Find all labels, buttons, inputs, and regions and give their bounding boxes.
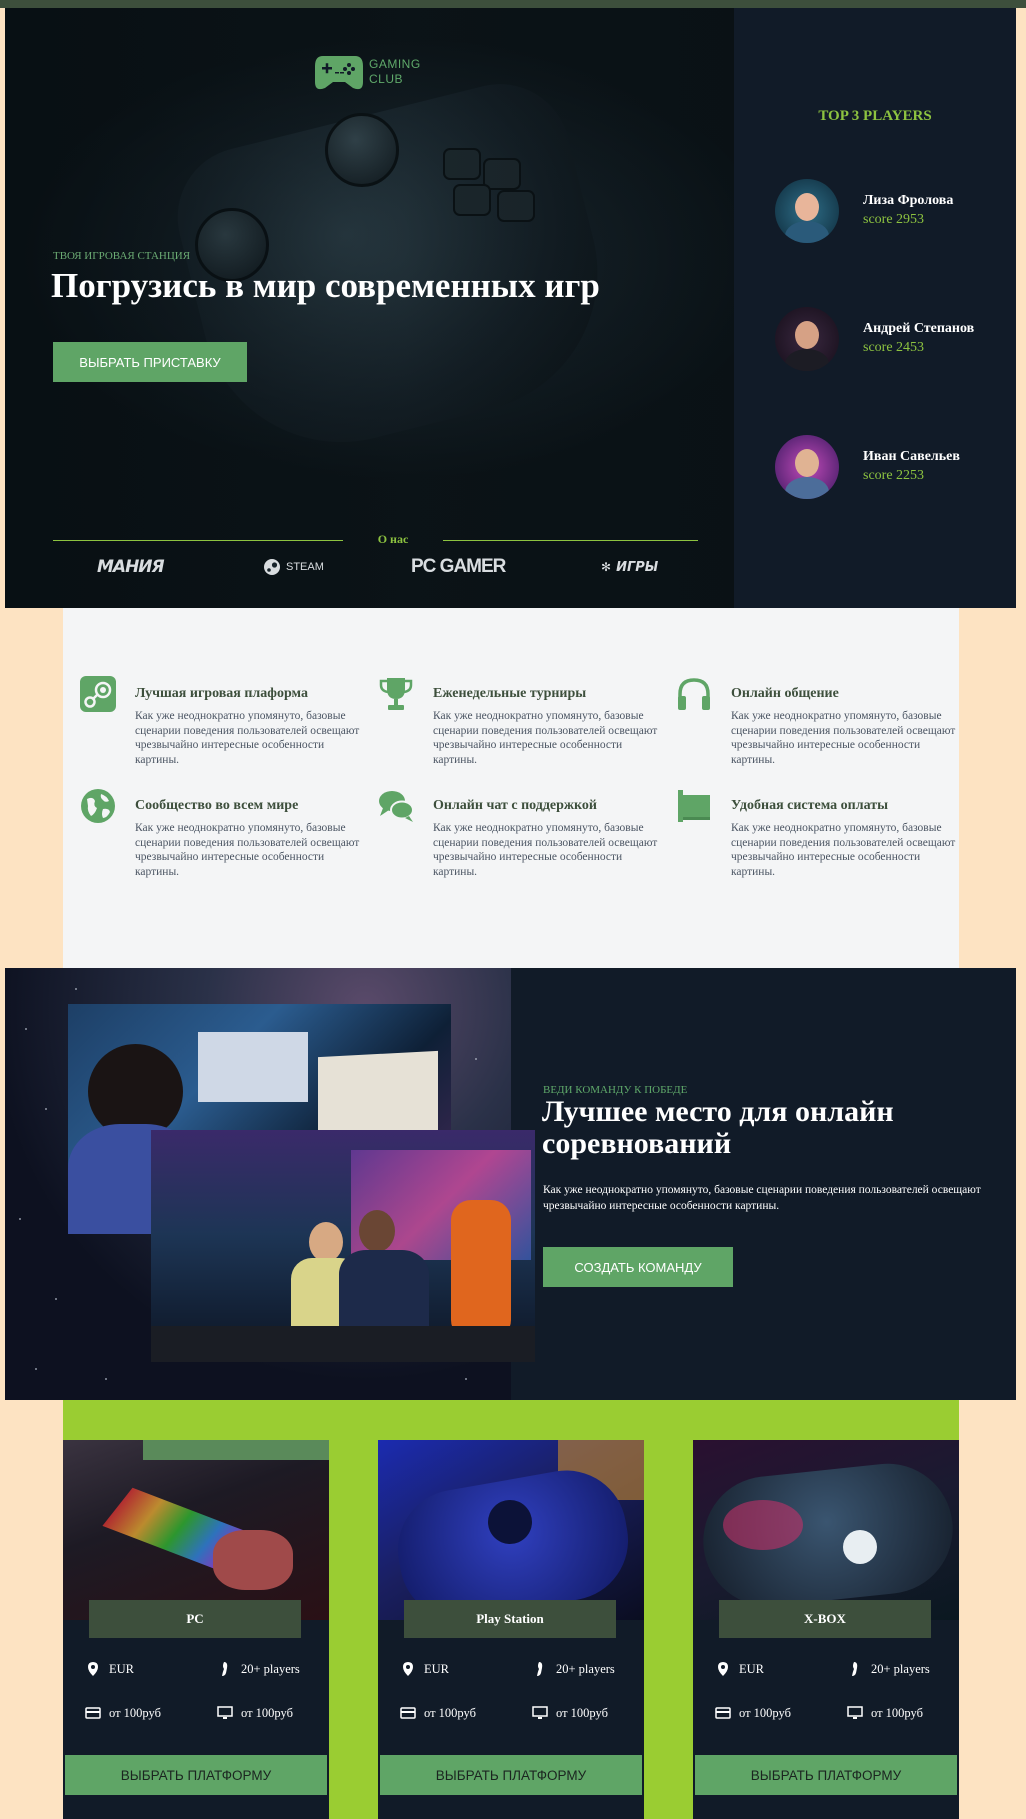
- gamepad-icon: [315, 56, 363, 90]
- feature-text: Как уже неоднократно упомянуто, базовые …: [433, 822, 658, 878]
- avatar: [775, 179, 839, 243]
- player-name: Иван Савельев: [863, 449, 960, 464]
- chat-icon: [379, 791, 414, 822]
- feature-item: Сообщество во всем мире Как уже неоднокр…: [63, 787, 359, 887]
- partner-logo-steam: STEAM: [263, 554, 324, 580]
- avatar: [775, 435, 839, 499]
- partner-logos: МАНИЯ STEAM PC GAMER ✻ ИГРЫ: [53, 554, 698, 580]
- partner-logo-mania: МАНИЯ: [97, 557, 165, 577]
- gamer-photo-2: [151, 1130, 535, 1362]
- platform-name: PC: [89, 1600, 301, 1638]
- platform-card: X-BOX EUR 20+ players от 100руб от 100ру…: [693, 1440, 959, 1819]
- hero-title: Погрузись в мир современных игр: [51, 266, 600, 305]
- platform-location: EUR: [715, 1661, 764, 1677]
- top-bar: [0, 0, 1026, 8]
- feature-title: Онлайн чат с поддержкой: [433, 798, 597, 813]
- foot-icon: [852, 1662, 858, 1676]
- platforms-section: PC EUR 20+ players от 100руб от 100руб В…: [63, 1400, 959, 1819]
- competition-title: Лучшее место для онлайн соревнований: [542, 1095, 894, 1160]
- partner-logo-igry: ✻ ИГРЫ: [601, 559, 659, 575]
- platform-players: 20+ players: [532, 1661, 615, 1677]
- platform-price: от 100руб: [400, 1705, 476, 1721]
- hero-section: GAMING CLUB ТВОЯ ИГРОВАЯ СТАНЦИЯ Погрузи…: [5, 8, 734, 608]
- credit-card-icon: [400, 1707, 416, 1719]
- platform-players: 20+ players: [217, 1661, 300, 1677]
- platform-price: от 100руб: [532, 1705, 608, 1721]
- feature-text: Как уже неоднократно упомянуто, базовые …: [135, 710, 360, 766]
- top-players-title: TOP 3 PLAYERS: [818, 108, 932, 124]
- platform-card: PC EUR 20+ players от 100руб от 100руб В…: [63, 1440, 329, 1819]
- player-name: Андрей Степанов: [863, 321, 975, 336]
- player-card[interactable]: Андрей Степанов score 2453: [775, 307, 1015, 371]
- create-team-button[interactable]: СОЗДАТЬ КОМАНДУ: [543, 1247, 733, 1287]
- feature-title: Еженедельные турниры: [433, 686, 587, 701]
- platform-name: Play Station: [404, 1600, 616, 1638]
- map-pin-icon: [88, 1662, 98, 1676]
- platform-location: EUR: [85, 1661, 134, 1677]
- platform-location: EUR: [400, 1661, 449, 1677]
- steam-logo-icon: [264, 559, 280, 575]
- player-score: score 2453: [863, 340, 925, 355]
- feature-title: Лучшая игровая плаформа: [135, 686, 308, 701]
- feature-item: Онлайн общение Как уже неоднократно упом…: [659, 675, 955, 775]
- platform-price: от 100руб: [715, 1705, 791, 1721]
- feature-text: Как уже неоднократно упомянуто, базовые …: [731, 710, 956, 766]
- about-link[interactable]: О нас: [343, 532, 443, 547]
- player-card[interactable]: Лиза Фролова score 2953: [775, 179, 1015, 243]
- foot-icon: [537, 1662, 543, 1676]
- platform-name: X-BOX: [719, 1600, 931, 1638]
- competition-section: ВЕДИ КОМАНДУ К ПОБЕДЕ Лучшее место для о…: [5, 968, 1016, 1400]
- headphones-icon: [678, 678, 710, 710]
- top-players-panel: TOP 3 PLAYERS Лиза Фролова score 2953 Ан…: [734, 8, 1016, 608]
- player-score: score 2253: [863, 468, 925, 483]
- monitor-icon: [847, 1706, 863, 1719]
- feature-item: Лучшая игровая плаформа Как уже неоднокр…: [63, 675, 359, 775]
- payment-icon: [678, 790, 710, 822]
- platform-price: от 100руб: [85, 1705, 161, 1721]
- feature-text: Как уже неоднократно упомянуто, базовые …: [135, 822, 360, 878]
- choose-console-button[interactable]: ВЫБРАТЬ ПРИСТАВКУ: [53, 342, 247, 382]
- partner-logo-pcgamer: PC GAMER: [411, 556, 506, 577]
- feature-item: Онлайн чат с поддержкой Как уже неоднокр…: [361, 787, 657, 887]
- platform-price: от 100руб: [217, 1705, 293, 1721]
- monitor-icon: [217, 1706, 233, 1719]
- about-divider: О нас: [53, 532, 698, 548]
- playstation-controller-image: [378, 1440, 644, 1620]
- trophy-icon: [379, 678, 413, 710]
- feature-title: Удобная система оплаты: [731, 798, 889, 813]
- map-pin-icon: [718, 1662, 728, 1676]
- xbox-controller-image: [693, 1440, 959, 1620]
- avatar: [775, 307, 839, 371]
- feature-title: Онлайн общение: [731, 686, 839, 701]
- credit-card-icon: [85, 1707, 101, 1719]
- feature-item: Удобная система оплаты Как уже неоднокра…: [659, 787, 955, 887]
- feature-item: Еженедельные турниры Как уже неоднократн…: [361, 675, 657, 775]
- platform-card: Play Station EUR 20+ players от 100руб о…: [378, 1440, 644, 1819]
- choose-platform-button[interactable]: ВЫБРАТЬ ПЛАТФОРМУ: [63, 1753, 329, 1797]
- monitor-icon: [532, 1706, 548, 1719]
- map-pin-icon: [403, 1662, 413, 1676]
- globe-icon: [81, 789, 115, 823]
- hero-eyebrow: ТВОЯ ИГРОВАЯ СТАНЦИЯ: [53, 250, 191, 262]
- feature-text: Как уже неоднократно упомянуто, базовые …: [433, 710, 658, 766]
- choose-platform-button[interactable]: ВЫБРАТЬ ПЛАТФОРМУ: [378, 1753, 644, 1797]
- feature-text: Как уже неоднократно упомянуто, базовые …: [731, 822, 956, 878]
- logo-line-1: GAMING: [369, 57, 421, 71]
- platform-price: от 100руб: [847, 1705, 923, 1721]
- logo-line-2: CLUB: [369, 72, 404, 86]
- competition-text: Как уже неоднократно упомянуто, базовые …: [543, 1184, 981, 1212]
- credit-card-icon: [715, 1707, 731, 1719]
- logo[interactable]: GAMING CLUB: [313, 50, 421, 94]
- platform-players: 20+ players: [847, 1661, 930, 1677]
- steam-icon: [80, 676, 116, 712]
- foot-icon: [222, 1662, 228, 1676]
- feature-title: Сообщество во всем мире: [135, 798, 299, 813]
- choose-platform-button[interactable]: ВЫБРАТЬ ПЛАТФОРМУ: [693, 1753, 959, 1797]
- pc-keyboard-image: [63, 1440, 329, 1620]
- player-score: score 2953: [863, 212, 925, 227]
- features-section: Лучшая игровая плаформа Как уже неоднокр…: [63, 608, 959, 968]
- player-card[interactable]: Иван Савельев score 2253: [775, 435, 1015, 499]
- player-name: Лиза Фролова: [863, 193, 954, 208]
